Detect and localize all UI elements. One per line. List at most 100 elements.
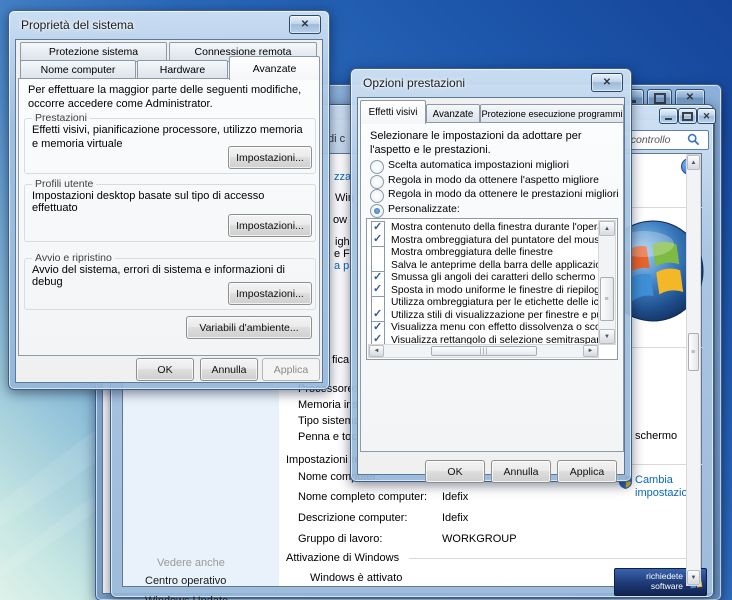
text-fragment: e F: [334, 248, 350, 260]
system-properties-dialog: Proprietà del sistema ✕ Protezione siste…: [8, 10, 330, 390]
cancel-button[interactable]: Annulla: [200, 358, 258, 381]
checkbox[interactable]: [371, 321, 385, 334]
intro-text: Per effettuare la maggior parte delle se…: [28, 84, 314, 112]
list-item[interactable]: Salva le anteprime della barra delle app…: [368, 259, 599, 272]
dialog-title: Opzioni prestazioni: [363, 76, 465, 90]
list-item[interactable]: Sposta in modo uniforme le finestre di r…: [368, 284, 599, 297]
dialog-title: Proprietà del sistema: [21, 18, 134, 32]
checkbox[interactable]: [371, 284, 385, 297]
tab-avanzate[interactable]: Avanzate: [229, 56, 320, 80]
maximize-icon: [654, 93, 666, 104]
divider: [409, 558, 701, 559]
minimize-icon: [665, 113, 672, 120]
link-fragment[interactable]: a p: [334, 260, 349, 272]
cancel-button[interactable]: Annulla: [491, 460, 551, 483]
radio-label[interactable]: Personalizzate:: [388, 203, 460, 215]
close-button[interactable]: ✕: [591, 73, 623, 92]
badge-text: richiedete software: [646, 572, 683, 592]
checkbox[interactable]: [371, 259, 385, 272]
radio-label[interactable]: Regola in modo da ottenere l'aspetto mig…: [388, 174, 599, 186]
sidebar-item-centro-operativo[interactable]: Centro operativo: [145, 575, 226, 587]
performance-options-dialog: Opzioni prestazioni ✕ Effetti visivi Ava…: [350, 68, 632, 482]
link-fragment[interactable]: zza: [334, 171, 351, 183]
ok-button[interactable]: OK: [136, 358, 194, 381]
list-vscrollbar[interactable]: ▲ ≡ ▼: [598, 220, 616, 345]
breadcrumb[interactable]: di c: [328, 133, 345, 145]
text-fragment: igh: [335, 236, 350, 248]
field-value: Idefix: [442, 491, 468, 503]
text-fragment: ow: [333, 214, 347, 226]
desktop: { "desktop": { "accent_blue": "#2b68ba" …: [0, 0, 732, 600]
field-value: WORKGROUP: [442, 533, 517, 545]
tab-effetti-visivi[interactable]: Effetti visivi: [360, 100, 426, 124]
impostazioni-button-avvio[interactable]: Impostazioni...: [228, 282, 312, 305]
field-value: Idefix: [442, 512, 468, 524]
list-item[interactable]: Mostra contenuto della finestra durante …: [368, 221, 599, 234]
radio-label[interactable]: Regola in modo da ottenere le prestazion…: [388, 188, 619, 200]
scroll-down-arrow[interactable]: ▼: [599, 329, 615, 344]
list-hscrollbar[interactable]: ◄ ||| ►: [368, 344, 599, 358]
apply-button[interactable]: Applica: [262, 358, 320, 381]
sidebar-item-windows-update[interactable]: Windows Update: [145, 595, 228, 600]
checkbox[interactable]: [371, 221, 385, 234]
list-item[interactable]: Utilizza ombreggiatura per le etichette …: [368, 296, 599, 309]
scroll-thumb[interactable]: |||: [431, 346, 537, 356]
maximize-button[interactable]: [678, 108, 697, 124]
close-icon: ✕: [301, 20, 309, 30]
checkbox[interactable]: [371, 234, 385, 247]
list-item[interactable]: Mostra ombreggiatura del puntatore del m…: [368, 234, 599, 247]
tab-avanzate[interactable]: Avanzate: [426, 104, 480, 124]
impostazioni-button-profili[interactable]: Impostazioni...: [228, 214, 312, 237]
window-scrollbar[interactable]: ▲ ≡ ▼: [686, 154, 701, 586]
section-activation: Attivazione di Windows: [286, 552, 399, 564]
maximize-icon: [682, 112, 693, 121]
checkbox[interactable]: [371, 246, 385, 259]
text-fragment: fica: [332, 354, 349, 366]
text-fragment: schermo: [635, 430, 677, 442]
close-icon: ✕: [603, 78, 611, 88]
scroll-thumb[interactable]: ≡: [688, 333, 699, 371]
activation-status: Windows è attivato: [310, 572, 402, 584]
search-icon[interactable]: [687, 133, 700, 146]
scroll-up-arrow[interactable]: ▲: [599, 221, 615, 236]
tab-protezione-esecuzione[interactable]: Protezione esecuzione programmi: [480, 104, 624, 124]
variabili-ambiente-button[interactable]: Variabili d'ambiente...: [186, 316, 312, 339]
effects-list[interactable]: Mostra contenuto della finestra durante …: [366, 218, 618, 360]
minimize-button[interactable]: [659, 108, 678, 124]
radio-aspetto-migliore[interactable]: [370, 175, 384, 189]
sidebar-header: Vedere anche: [157, 557, 225, 569]
list-item[interactable]: Utilizza stili di visualizzazione per fi…: [368, 309, 599, 322]
ok-button[interactable]: OK: [425, 460, 485, 483]
intro-text: Selezionare le impostazioni da adottare …: [370, 130, 610, 158]
close-icon: ✕: [703, 112, 711, 121]
checkbox[interactable]: [371, 296, 385, 309]
checkbox[interactable]: [371, 271, 385, 284]
field-label: Descrizione computer:: [298, 512, 407, 524]
close-button[interactable]: ✕: [289, 15, 321, 34]
tab-protezione-sistema[interactable]: Protezione sistema: [20, 42, 167, 62]
radio-scelta-automatica[interactable]: [370, 160, 384, 174]
impostazioni-button-prestazioni[interactable]: Impostazioni...: [228, 146, 312, 169]
dialog-body: Protezione sistema Connessione remota No…: [15, 39, 323, 383]
radio-personalizzate[interactable]: [370, 204, 384, 218]
group-title-profili-utente: Profili utente: [32, 178, 96, 190]
list-item[interactable]: Smussa gli angoli dei caratteri dello sc…: [368, 271, 599, 284]
scroll-right-arrow[interactable]: ►: [583, 345, 598, 357]
list-item[interactable]: Mostra ombreggiatura delle finestre: [368, 246, 599, 259]
group-title-prestazioni: Prestazioni: [32, 112, 90, 124]
tab-nome-computer[interactable]: Nome computer: [20, 60, 136, 80]
list-item[interactable]: Visualizza menu con effetto dissolvenza …: [368, 321, 599, 334]
dialog-body: Effetti visivi Avanzate Protezione esecu…: [357, 97, 625, 475]
scroll-left-arrow[interactable]: ◄: [369, 345, 384, 357]
tab-hardware[interactable]: Hardware: [137, 60, 228, 80]
close-button[interactable]: ✕: [697, 108, 716, 124]
checkbox[interactable]: [371, 309, 385, 322]
scroll-up-arrow[interactable]: ▲: [687, 155, 700, 170]
scroll-down-arrow[interactable]: ▼: [687, 570, 700, 585]
field-label: Nome completo computer:: [298, 491, 427, 503]
radio-label[interactable]: Scelta automatica impostazioni migliori: [388, 159, 569, 171]
scroll-thumb[interactable]: ≡: [600, 277, 614, 321]
apply-button[interactable]: Applica: [557, 460, 617, 483]
radio-prestazioni-migliori[interactable]: [370, 189, 384, 203]
close-icon: ✕: [686, 93, 694, 103]
